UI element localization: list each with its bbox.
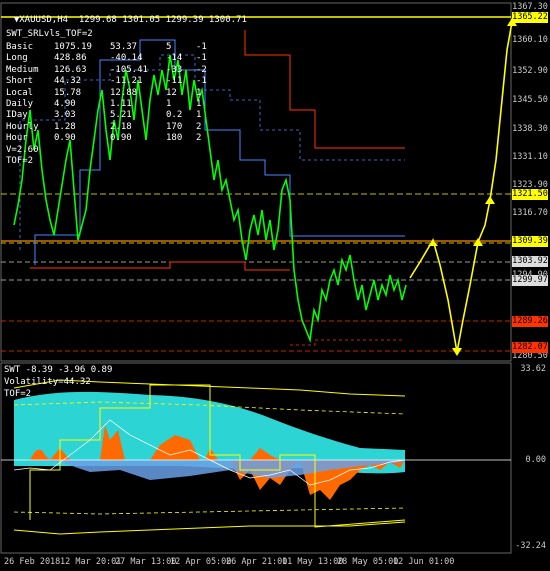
cell: 180 <box>166 133 183 144</box>
cell: 53.37 <box>110 42 138 52</box>
v-line-row: V=2.60 <box>6 145 216 156</box>
tof-row: TOF=2 <box>6 156 216 167</box>
price-scale-label: 1331.10 <box>512 152 548 162</box>
cell: -1 <box>196 76 207 87</box>
x-axis-label: 26 Apr 21:00 <box>226 557 288 567</box>
cell: 0.90 <box>110 133 132 144</box>
cell: 2 <box>196 133 202 144</box>
x-axis-label: 12 Jun 01:00 <box>393 557 455 567</box>
cell: 1 <box>166 99 172 110</box>
price-scale-label: 1345.50 <box>512 95 548 105</box>
cell: 1.11 <box>110 99 132 110</box>
cell: 1 <box>196 110 202 121</box>
cell: 5.21 <box>110 110 132 121</box>
cell: -2 <box>196 64 207 75</box>
cell: 126.63 <box>54 64 87 75</box>
cell: 15.78 <box>54 87 82 98</box>
cell: -11 <box>166 76 183 87</box>
cell: Medium <box>6 64 39 75</box>
x-axis-label: 26 Feb 2018 <box>4 557 61 567</box>
table-row: Medium 126.63 -105.41 -33 -2 <box>6 65 216 76</box>
oscillator-title: SWT -8.39 -3.96 0.89 <box>4 365 113 375</box>
cell: 4.90 <box>54 99 76 110</box>
cell: Hourly <box>6 121 39 132</box>
table-row: Daily 4.90 1.11 1 1 <box>6 99 216 110</box>
cell: -105.41 <box>110 64 148 75</box>
price-scale-label: 1352.90 <box>512 66 548 76</box>
x-axis-label: 12 Mar 20:01 <box>60 557 122 567</box>
cell: 2.18 <box>110 121 132 132</box>
cell: 1075.19 <box>54 42 92 52</box>
cell: -40.14 <box>110 53 143 64</box>
table-row: IDay 3.03 5.21 0.2 1 <box>6 110 216 121</box>
cell: -14 <box>166 53 183 64</box>
table-row: Hourly 1.28 2.18 170 2 <box>6 122 216 133</box>
price-tag-1309: 1309.39 <box>512 236 548 247</box>
forecast-path <box>409 21 513 353</box>
v-value: V=2.60 <box>6 144 39 155</box>
cell: Basic <box>6 42 34 52</box>
table-row: Local 15.78 12.88 12 1 <box>6 88 216 99</box>
cell: 44.32 <box>54 76 82 87</box>
forecast-arrow-3 <box>473 238 483 246</box>
price-scale-label: 1360.10 <box>512 35 548 45</box>
oscillator-tof: TOF=2 <box>4 389 32 399</box>
cell: 170 <box>166 121 183 132</box>
cell: 1 <box>196 87 202 98</box>
ohlc-values: 1299.68 1301.05 1299.39 1300.71 <box>78 15 247 25</box>
forecast-arrow-2 <box>452 348 462 356</box>
cell: 12.88 <box>110 87 138 98</box>
price-tag-1365: 1365.22 <box>512 12 548 23</box>
price-tag-1289: 1289.26 <box>512 316 548 327</box>
price-tag-1282: 1282.07 <box>512 342 548 353</box>
cell: Long <box>6 53 28 64</box>
x-axis-label: 11 May 13:00 <box>282 557 344 567</box>
cell: Short <box>6 76 34 87</box>
price-tag-1321: 1321.50 <box>512 189 548 200</box>
price-tag-1299: 1299.97 <box>512 275 548 286</box>
support-line-1 <box>30 261 290 271</box>
cell: 12 <box>166 87 177 98</box>
table-row: Short 44.32 -11.21 -11 -1 <box>6 76 216 87</box>
cell: -1 <box>196 53 207 64</box>
price-tag-1303: 1303.92 <box>512 256 548 267</box>
table-row: Hour 0.90 0.90 180 2 <box>6 133 216 144</box>
cell: 1 <box>196 99 202 110</box>
cell: -33 <box>166 64 183 75</box>
osc-scale-zero: 0.00 <box>525 455 546 465</box>
cell: -1 <box>196 42 207 52</box>
osc-lower-band <box>13 521 406 535</box>
levels-table: Basic 1075.19 53.37 5 -1 Long 428.86 -40.14 -14… <box>6 42 216 167</box>
price-scale-label: 1316.70 <box>512 208 548 218</box>
table-row: Basic 1075.19 53.37 5 -1 <box>6 42 216 53</box>
cell: 2 <box>196 121 202 132</box>
cell: 0.90 <box>54 133 76 144</box>
osc-lower-band-2 <box>13 507 406 515</box>
cell: 428.86 <box>54 53 87 64</box>
tof-value: TOF=2 <box>6 156 34 167</box>
indicator-title: SWT_SRLvls_TOF=2 <box>6 29 93 39</box>
cell: Daily <box>6 99 34 110</box>
price-scale-label: 1338.30 <box>512 124 548 134</box>
cell: IDay <box>6 110 28 121</box>
table-row: Long 428.86 -40.14 -14 -1 <box>6 53 216 64</box>
cell: 5 <box>166 42 172 52</box>
oscillator-volatility: Volatility=44.32 <box>4 377 91 387</box>
x-axis-label: 27 Mar 13:00 <box>115 557 177 567</box>
forecast-arrow-4 <box>485 196 495 204</box>
cell: Local <box>6 87 34 98</box>
cell: 1.28 <box>54 121 76 132</box>
symbol-name: XAUUSD,H4 <box>19 15 69 25</box>
x-axis-label: 28 May 05:00 <box>337 557 399 567</box>
support-line-3 <box>290 339 405 346</box>
symbol-header: ▼XAUUSD,H4 1299.68 1301.05 1299.39 1300.… <box>3 4 247 26</box>
osc-scale-top: 33.62 <box>520 364 546 374</box>
osc-scale-bottom: -32.24 <box>515 541 546 551</box>
cell: Hour <box>6 133 28 144</box>
cell: -11.21 <box>110 76 143 87</box>
cell: 3.03 <box>54 110 76 121</box>
cell: 0.2 <box>166 110 183 121</box>
x-axis-label: 12 Apr 05:00 <box>170 557 232 567</box>
